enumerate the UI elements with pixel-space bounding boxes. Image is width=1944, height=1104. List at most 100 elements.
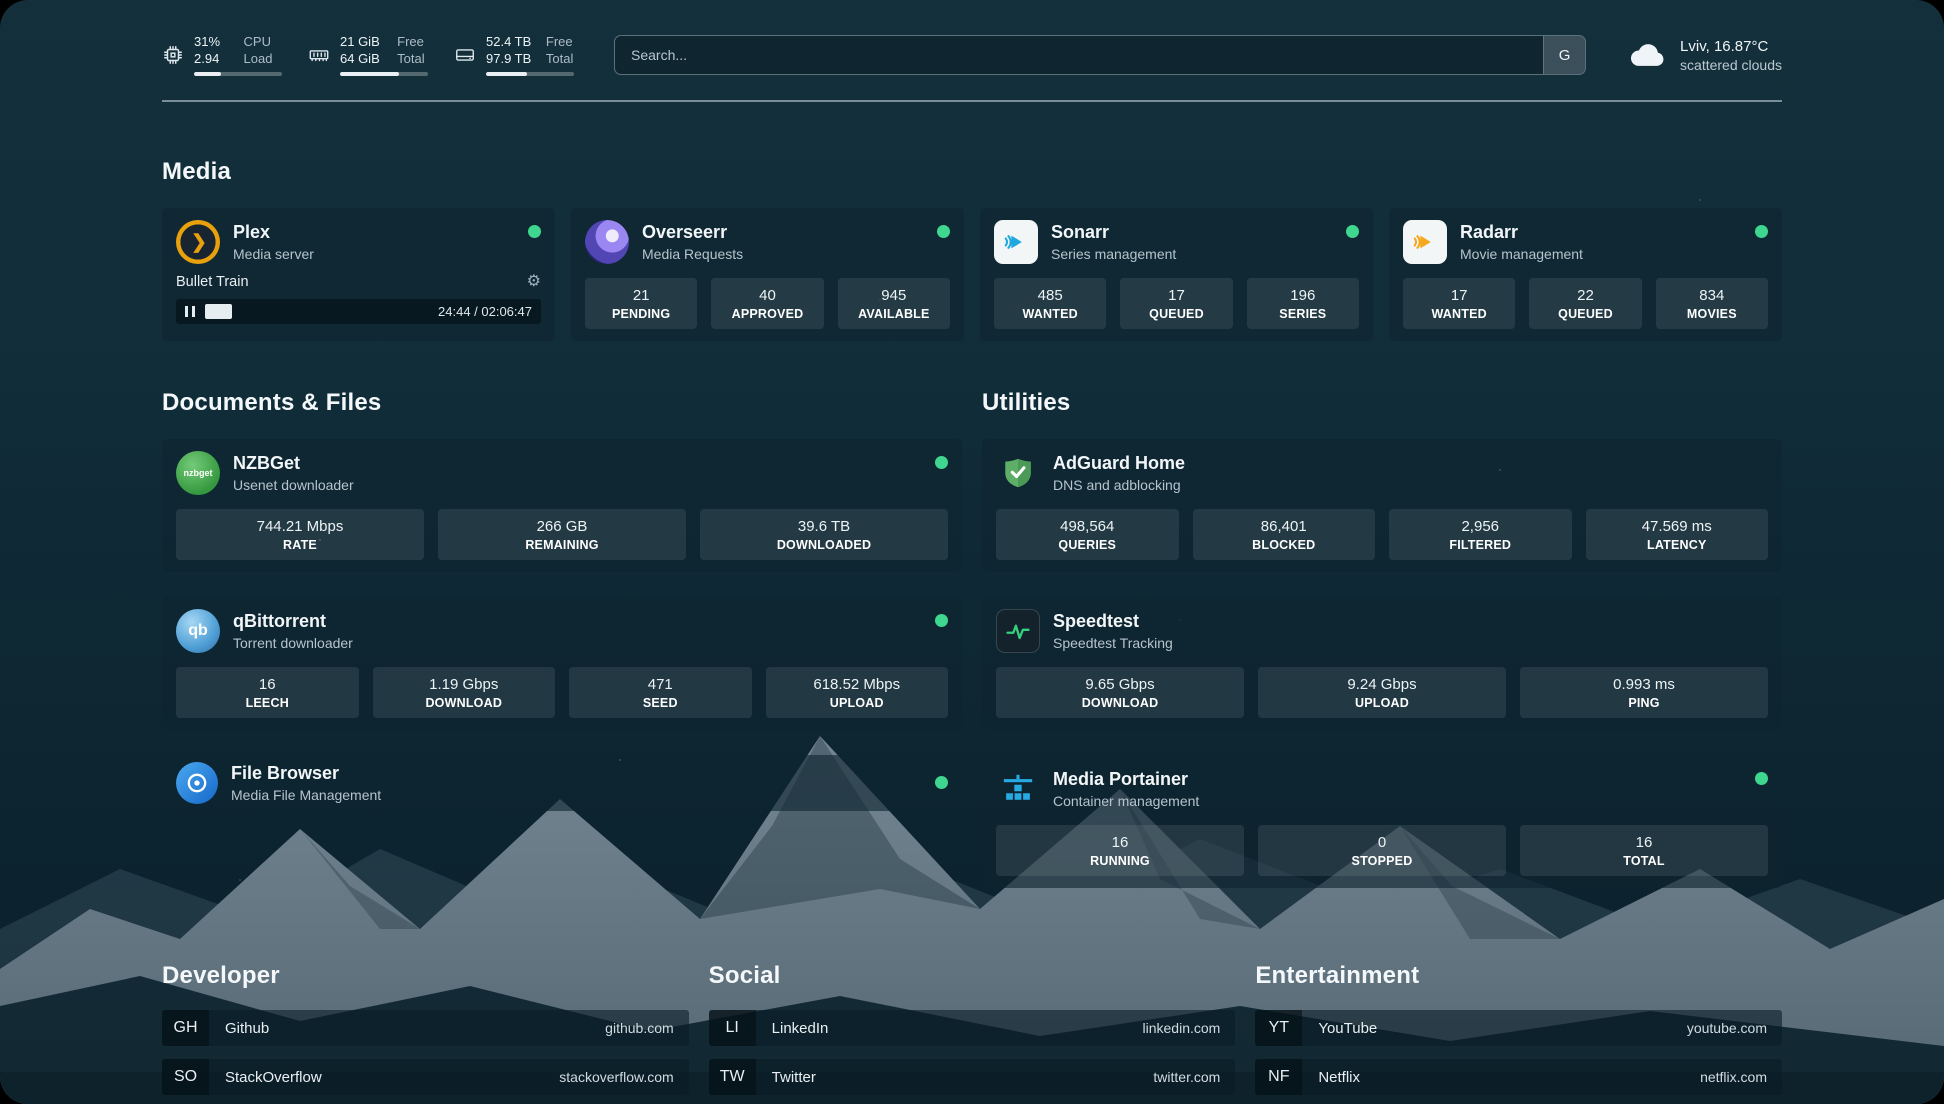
pause-button[interactable] — [185, 306, 195, 317]
service-subtitle: Usenet downloader — [233, 477, 354, 493]
overseerr-card[interactable]: Overseerr Media Requests 21PENDING 40APP… — [571, 208, 964, 341]
stat-label: PENDING — [589, 307, 693, 321]
section-utilities: Utilities AdGuard Home DNS and adblockin… — [982, 389, 1782, 888]
stat-label: QUEUED — [1533, 307, 1637, 321]
status-dot — [1346, 225, 1359, 238]
stat-label: AVAILABLE — [842, 307, 946, 321]
stat-value: 2,956 — [1393, 518, 1568, 535]
header-divider — [162, 100, 1782, 102]
cpu-load-label: Load — [244, 51, 282, 67]
bookmark-netflix[interactable]: NF Netflix netflix.com — [1255, 1059, 1782, 1095]
stat-value: 945 — [842, 287, 946, 304]
stat-label: QUERIES — [1000, 538, 1175, 552]
sonarr-card[interactable]: Sonarr Series management 485WANTED 17QUE… — [980, 208, 1373, 341]
section-title-utilities: Utilities — [982, 389, 1782, 417]
stat-value: 196 — [1251, 287, 1355, 304]
sonarr-icon — [994, 220, 1038, 264]
memory-total: 64 GiB — [340, 51, 383, 67]
speedtest-card[interactable]: Speedtest Speedtest Tracking 9.65 GbpsDO… — [982, 597, 1782, 730]
bookmark-name: LinkedIn — [772, 1020, 829, 1037]
section-media: Media ❯ Plex Media server Bullet Train — [162, 158, 1782, 341]
plex-card[interactable]: ❯ Plex Media server Bullet Train ⚙ — [162, 208, 555, 341]
cpu-load: 2.94 — [194, 51, 230, 67]
service-name: NZBGet — [233, 453, 354, 474]
playback-progress[interactable] — [205, 299, 428, 324]
stat-value: 86,401 — [1197, 518, 1372, 535]
bookmark-github[interactable]: GH Github github.com — [162, 1010, 689, 1046]
bookmark-abbr: NF — [1255, 1059, 1302, 1095]
stat-label: UPLOAD — [1262, 696, 1502, 710]
service-subtitle: Movie management — [1460, 246, 1583, 262]
dashboard-screen: 31% CPU 2.94 Load — [0, 0, 1944, 1104]
nzbget-icon: nzbget — [176, 451, 220, 495]
disk-free: 52.4 TB — [486, 34, 532, 50]
stat-value: 744.21 Mbps — [180, 518, 420, 535]
status-dot — [1755, 772, 1768, 785]
bookmark-linkedin[interactable]: LI LinkedIn linkedin.com — [709, 1010, 1236, 1046]
status-dot — [935, 456, 948, 469]
disk-free-label: Free — [546, 34, 574, 50]
stat-label: STOPPED — [1262, 854, 1502, 868]
bookmark-url: youtube.com — [1687, 1020, 1767, 1036]
stat-label: SERIES — [1251, 307, 1355, 321]
stat-box: 17QUEUED — [1120, 278, 1232, 329]
stat-box: 16RUNNING — [996, 825, 1244, 876]
qbittorrent-card[interactable]: qb qBittorrent Torrent downloader 16LEEC… — [162, 597, 962, 730]
bookmark-stackoverflow[interactable]: SO StackOverflow stackoverflow.com — [162, 1059, 689, 1095]
service-subtitle: Series management — [1051, 246, 1176, 262]
search-provider-button[interactable]: G — [1543, 36, 1585, 74]
service-subtitle: Speedtest Tracking — [1053, 635, 1173, 651]
service-name: Speedtest — [1053, 611, 1173, 632]
disk-bar-fill — [486, 72, 527, 76]
stat-value: 17 — [1407, 287, 1511, 304]
stat-label: FILTERED — [1393, 538, 1568, 552]
stat-box: 22QUEUED — [1529, 278, 1641, 329]
service-subtitle: Media server — [233, 246, 314, 262]
portainer-card[interactable]: Media Portainer Container management 16R… — [982, 755, 1782, 888]
memory-free-label: Free — [397, 34, 428, 50]
stat-value: 16 — [180, 676, 355, 693]
stat-label: DOWNLOADED — [704, 538, 944, 552]
bookmark-abbr: TW — [709, 1059, 756, 1095]
cloud-icon — [1626, 34, 1668, 76]
stat-value: 16 — [1000, 834, 1240, 851]
stat-box: 0STOPPED — [1258, 825, 1506, 876]
radarr-card[interactable]: Radarr Movie management 17WANTED 22QUEUE… — [1389, 208, 1782, 341]
stat-box: 2,956 FILTERED — [1389, 509, 1572, 560]
filebrowser-icon — [176, 762, 218, 804]
radarr-icon — [1403, 220, 1447, 264]
stat-label: SEED — [573, 696, 748, 710]
stat-label: LATENCY — [1590, 538, 1765, 552]
section-entertainment: Entertainment YT YouTube youtube.com NF … — [1255, 962, 1782, 1104]
status-dot — [1755, 225, 1768, 238]
search-input[interactable] — [615, 36, 1543, 74]
service-subtitle: Media File Management — [231, 787, 381, 803]
status-dot — [935, 776, 948, 789]
service-name: Plex — [233, 222, 314, 243]
stat-value: 16 — [1524, 834, 1764, 851]
filebrowser-card[interactable]: File Browser Media File Management — [162, 755, 962, 811]
stat-label: MOVIES — [1660, 307, 1764, 321]
stat-box: 86,401BLOCKED — [1193, 509, 1376, 560]
nzbget-card[interactable]: nzbget NZBGet Usenet downloader 744.21 M… — [162, 439, 962, 572]
stat-value: 9.65 Gbps — [1000, 676, 1240, 693]
playback-time: 24:44 / 02:06:47 — [438, 304, 532, 319]
adguard-shield-icon — [996, 451, 1040, 495]
bookmark-youtube[interactable]: YT YouTube youtube.com — [1255, 1010, 1782, 1046]
status-dot — [528, 225, 541, 238]
stat-box: 618.52 MbpsUPLOAD — [766, 667, 949, 718]
memory-total-label: Total — [397, 51, 428, 67]
stat-box: 9.65 GbpsDOWNLOAD — [996, 667, 1244, 718]
bookmark-twitter[interactable]: TW Twitter twitter.com — [709, 1059, 1236, 1095]
section-title-media: Media — [162, 158, 1782, 186]
stat-value: 47.569 ms — [1590, 518, 1765, 535]
topbar: 31% CPU 2.94 Load — [162, 34, 1782, 76]
adguard-card[interactable]: AdGuard Home DNS and adblocking 498,564Q… — [982, 439, 1782, 572]
plex-icon: ❯ — [176, 220, 220, 264]
stat-box: 9.24 Gbps UPLOAD — [1258, 667, 1506, 718]
stat-value: 9.24 Gbps — [1262, 676, 1502, 693]
settings-gear-icon[interactable]: ⚙ — [527, 274, 541, 290]
weather-widget: Lviv, 16.87°C scattered clouds — [1626, 34, 1782, 76]
section-developer: Developer GH Github github.com SO StackO… — [162, 962, 689, 1104]
section-title-social: Social — [709, 962, 1236, 990]
